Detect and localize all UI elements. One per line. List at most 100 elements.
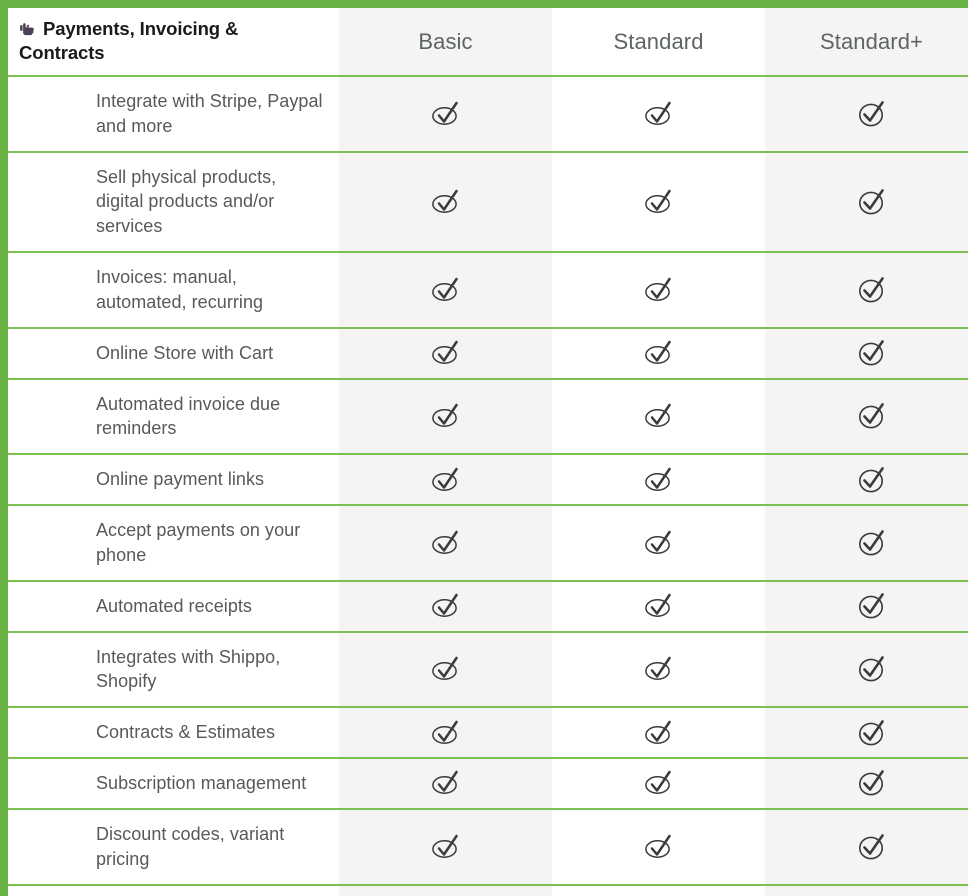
- check-ellipse-icon: [429, 766, 463, 800]
- check-circle-icon: [855, 463, 889, 497]
- plan-cell: [339, 454, 552, 506]
- check-ellipse-icon: [642, 589, 676, 623]
- plan-cell: [765, 378, 968, 455]
- check-circle-icon: [855, 716, 889, 750]
- plan-cell: [552, 808, 765, 885]
- plan-cell: [552, 884, 765, 896]
- feature-label: Automated invoice due reminders: [8, 378, 339, 455]
- feature-label: Online payment links: [8, 454, 339, 506]
- check-ellipse-icon: [429, 97, 463, 131]
- feature-label: Invoices: manual, automated, recurring: [8, 252, 339, 328]
- check-circle-icon: [855, 766, 889, 800]
- check-circle-icon: [855, 652, 889, 686]
- check-ellipse-icon: [642, 526, 676, 560]
- check-ellipse-icon: [642, 830, 676, 864]
- check-ellipse-icon: [429, 273, 463, 307]
- table-row: Sell physical products, digital products…: [8, 151, 968, 253]
- table-row: Discount codes, variant pricing: [8, 808, 968, 885]
- plan-cell: [765, 707, 968, 759]
- plan-cell: [765, 505, 968, 581]
- plan-comparison-frame: Payments, Invoicing & Contracts Basic St…: [0, 0, 968, 896]
- plan-cell: [339, 707, 552, 759]
- plan-cell: [339, 631, 552, 708]
- section-title-text: Payments, Invoicing & Contracts: [19, 18, 238, 63]
- plan-cell: [339, 758, 552, 809]
- plan-cell: [552, 76, 765, 152]
- plan-cell: [339, 76, 552, 152]
- plan-cell: [765, 631, 968, 708]
- plan-cell: [339, 808, 552, 885]
- feature-label: Integrates with Shippo, Shopify: [8, 631, 339, 708]
- table-row: Automated invoice due reminders: [8, 378, 968, 455]
- pointing-hand-icon: [19, 18, 38, 36]
- section-title-label: Payments, Invoicing & Contracts: [19, 17, 239, 63]
- plan-cell: [339, 884, 552, 896]
- table-row: Record manual payments: [8, 884, 968, 896]
- plan-cell: [765, 808, 968, 885]
- check-circle-icon: [855, 336, 889, 370]
- check-ellipse-icon: [429, 652, 463, 686]
- table-row: Accept payments on your phone: [8, 505, 968, 581]
- plan-cell: [339, 327, 552, 379]
- check-ellipse-icon: [429, 589, 463, 623]
- plan-cell: [765, 580, 968, 632]
- feature-label: Discount codes, variant pricing: [8, 808, 339, 885]
- check-ellipse-icon: [642, 766, 676, 800]
- plan-cell: [552, 758, 765, 809]
- feature-label: Contracts & Estimates: [8, 707, 339, 759]
- table-row: Online Store with Cart: [8, 327, 968, 379]
- table-body: Integrate with Stripe, Paypal and more Se…: [8, 76, 968, 896]
- table-row: Online payment links: [8, 454, 968, 506]
- plan-cell: [339, 151, 552, 253]
- check-circle-icon: [855, 399, 889, 433]
- check-ellipse-icon: [429, 830, 463, 864]
- plan-cell: [552, 505, 765, 581]
- column-header-standard-plus: Standard+: [765, 8, 968, 76]
- plan-cell: [552, 631, 765, 708]
- check-circle-icon: [855, 830, 889, 864]
- plan-cell: [339, 580, 552, 632]
- check-ellipse-icon: [429, 526, 463, 560]
- feature-label: Subscription management: [8, 758, 339, 809]
- check-ellipse-icon: [642, 273, 676, 307]
- plan-cell: [552, 252, 765, 328]
- feature-label: Record manual payments: [8, 884, 339, 896]
- check-circle-icon: [855, 526, 889, 560]
- table-row: Contracts & Estimates: [8, 707, 968, 759]
- check-ellipse-icon: [642, 97, 676, 131]
- feature-label: Integrate with Stripe, Paypal and more: [8, 76, 339, 152]
- check-ellipse-icon: [429, 336, 463, 370]
- check-circle-icon: [855, 273, 889, 307]
- table-row: Integrate with Stripe, Paypal and more: [8, 76, 968, 152]
- plan-cell: [765, 76, 968, 152]
- feature-label: Automated receipts: [8, 580, 339, 632]
- table-row: Subscription management: [8, 758, 968, 809]
- plan-cell: [765, 151, 968, 253]
- check-ellipse-icon: [429, 185, 463, 219]
- plan-cell: [765, 252, 968, 328]
- plan-cell: [552, 378, 765, 455]
- plan-cell: [552, 707, 765, 759]
- check-circle-icon: [855, 97, 889, 131]
- check-circle-icon: [855, 589, 889, 623]
- feature-label: Accept payments on your phone: [8, 505, 339, 581]
- check-ellipse-icon: [642, 185, 676, 219]
- table-header: Payments, Invoicing & Contracts Basic St…: [8, 8, 968, 76]
- plan-cell: [765, 758, 968, 809]
- column-header-standard: Standard: [552, 8, 765, 76]
- plan-cell: [552, 454, 765, 506]
- plan-cell: [765, 454, 968, 506]
- header-row: Payments, Invoicing & Contracts Basic St…: [8, 8, 968, 76]
- check-ellipse-icon: [642, 716, 676, 750]
- check-ellipse-icon: [642, 652, 676, 686]
- plan-cell: [339, 252, 552, 328]
- plan-cell: [339, 378, 552, 455]
- section-title-cell: Payments, Invoicing & Contracts: [8, 8, 339, 76]
- feature-label: Online Store with Cart: [8, 327, 339, 379]
- plan-cell: [765, 327, 968, 379]
- check-ellipse-icon: [429, 716, 463, 750]
- check-ellipse-icon: [429, 463, 463, 497]
- check-ellipse-icon: [642, 463, 676, 497]
- plan-cell: [552, 327, 765, 379]
- column-header-basic: Basic: [339, 8, 552, 76]
